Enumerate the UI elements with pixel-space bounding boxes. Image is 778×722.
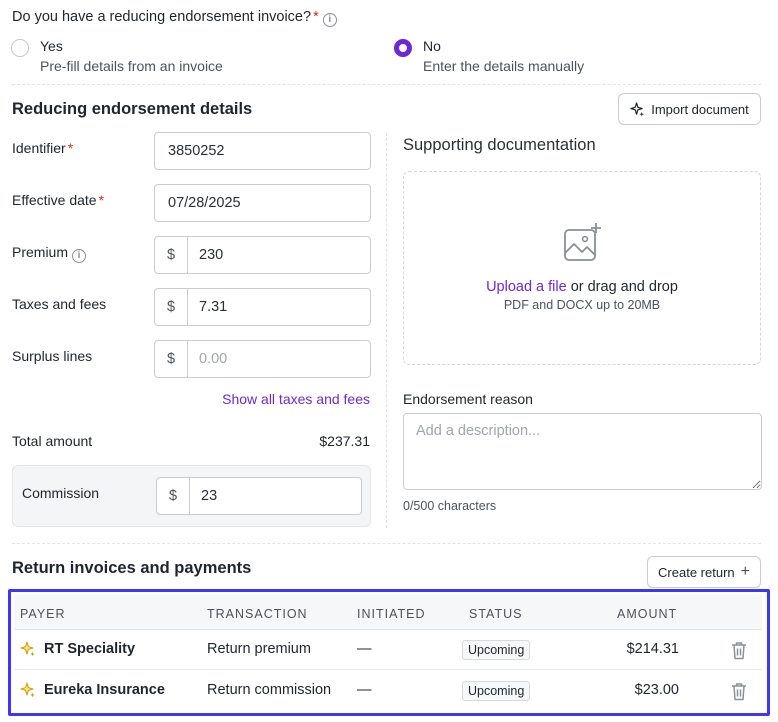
table-row[interactable]: RT Speciality Return premium — Upcoming …	[14, 629, 762, 670]
effective-date-label: Effective date *	[12, 192, 104, 208]
initiated-value: —	[357, 682, 372, 698]
taxes-value: 7.31	[199, 299, 228, 315]
create-return-label: Create return	[658, 564, 735, 580]
upload-file-link[interactable]: Upload a file	[486, 279, 567, 295]
total-amount-value: $237.31	[319, 433, 370, 449]
radio-no-label: No	[423, 38, 441, 54]
required-mark: *	[98, 192, 105, 208]
surplus-input[interactable]: $ 0.00	[154, 340, 371, 378]
import-document-button[interactable]: Import document	[618, 93, 761, 125]
column-divider	[386, 133, 387, 528]
transaction-type: Return commission	[207, 682, 332, 698]
table-row[interactable]: Eureka Insurance Return commission — Upc…	[14, 670, 762, 711]
initiated-value: —	[357, 641, 372, 657]
column-payer[interactable]: PAYER	[20, 607, 66, 621]
premium-input[interactable]: $ 230	[154, 236, 371, 274]
identifier-value: 3850252	[168, 143, 225, 159]
sparkle-icon	[630, 101, 645, 117]
show-all-taxes-link[interactable]: Show all taxes and fees	[222, 391, 370, 407]
radio-no[interactable]	[394, 39, 412, 57]
image-upload-icon	[564, 223, 601, 261]
drag-drop-text: or drag and drop	[566, 279, 678, 295]
invoice-question: Do you have a reducing endorsement invoi…	[12, 9, 337, 27]
payer-name: Eureka Insurance	[44, 682, 165, 698]
import-document-label: Import document	[651, 101, 749, 117]
premium-value: 230	[199, 247, 224, 263]
status-badge: Upcoming	[462, 640, 531, 660]
column-amount[interactable]: AMOUNT	[617, 607, 677, 621]
required-mark: *	[67, 140, 74, 156]
radio-yes[interactable]	[11, 39, 29, 57]
effective-date-value: 07/28/2025	[168, 195, 241, 211]
effective-date-label-text: Effective date	[12, 192, 97, 208]
create-return-button[interactable]: Create return +	[647, 556, 761, 588]
taxes-input[interactable]: $ 7.31	[154, 288, 371, 326]
table-header: PAYER TRANSACTION INITIATED STATUS AMOUN…	[14, 594, 762, 630]
details-title: Reducing endorsement details	[12, 100, 253, 118]
amount-value: $23.00	[634, 682, 679, 698]
identifier-label-text: Identifier	[12, 140, 66, 156]
effective-date-input[interactable]: 07/28/2025	[154, 184, 371, 222]
column-initiated[interactable]: INITIATED	[357, 607, 426, 621]
currency-prefix: $	[155, 237, 188, 273]
upload-instructions: Upload a file or drag and drop	[404, 279, 760, 295]
returns-table: PAYER TRANSACTION INITIATED STATUS AMOUN…	[14, 594, 762, 712]
upload-hint: PDF and DOCX up to 20MB	[503, 298, 661, 312]
total-amount-label: Total amount	[12, 433, 93, 449]
radio-yes-description: Pre-fill details from an invoice	[40, 58, 223, 74]
status-badge: Upcoming	[462, 681, 531, 701]
premium-label-text: Premium	[12, 244, 69, 260]
sparkle-icon	[20, 641, 35, 657]
payer-name: RT Speciality	[44, 641, 136, 657]
invoice-question-text: Do you have a reducing endorsement invoi…	[12, 9, 312, 25]
divider	[12, 84, 761, 85]
sparkle-icon	[20, 682, 35, 698]
required-mark: *	[313, 9, 319, 25]
identifier-input[interactable]: 3850252	[154, 132, 371, 170]
upload-dropzone[interactable]: Upload a file or drag and drop PDF and D…	[403, 171, 761, 365]
column-transaction[interactable]: TRANSACTION	[207, 607, 308, 621]
radio-no-description: Enter the details manually	[423, 58, 585, 74]
premium-label: Premium i	[12, 244, 87, 263]
endorsement-reason-input[interactable]	[403, 413, 762, 490]
trash-icon[interactable]	[730, 641, 748, 660]
currency-prefix: $	[157, 478, 190, 514]
supporting-docs-title: Supporting documentation	[403, 136, 596, 154]
currency-prefix: $	[155, 289, 188, 325]
transaction-type: Return premium	[207, 641, 311, 657]
taxes-label: Taxes and fees	[12, 296, 107, 312]
trash-icon[interactable]	[730, 682, 748, 701]
commission-value: 23	[201, 488, 218, 504]
info-icon[interactable]: i	[322, 13, 337, 27]
info-icon[interactable]: i	[72, 249, 87, 263]
amount-value: $214.31	[626, 641, 679, 657]
radio-yes-label: Yes	[40, 38, 63, 54]
currency-prefix: $	[155, 341, 188, 377]
identifier-label: Identifier *	[12, 140, 73, 156]
commission-label: Commission	[22, 485, 100, 501]
divider	[12, 543, 761, 544]
commission-input[interactable]: $ 23	[156, 477, 362, 515]
surplus-label: Surplus lines	[12, 348, 93, 364]
character-count: 0/500 characters	[403, 499, 497, 513]
endorsement-reason-label: Endorsement reason	[403, 391, 533, 407]
returns-title: Return invoices and payments	[12, 559, 252, 577]
surplus-placeholder: 0.00	[199, 351, 228, 367]
plus-icon: +	[740, 563, 750, 580]
column-status[interactable]: STATUS	[469, 607, 522, 621]
